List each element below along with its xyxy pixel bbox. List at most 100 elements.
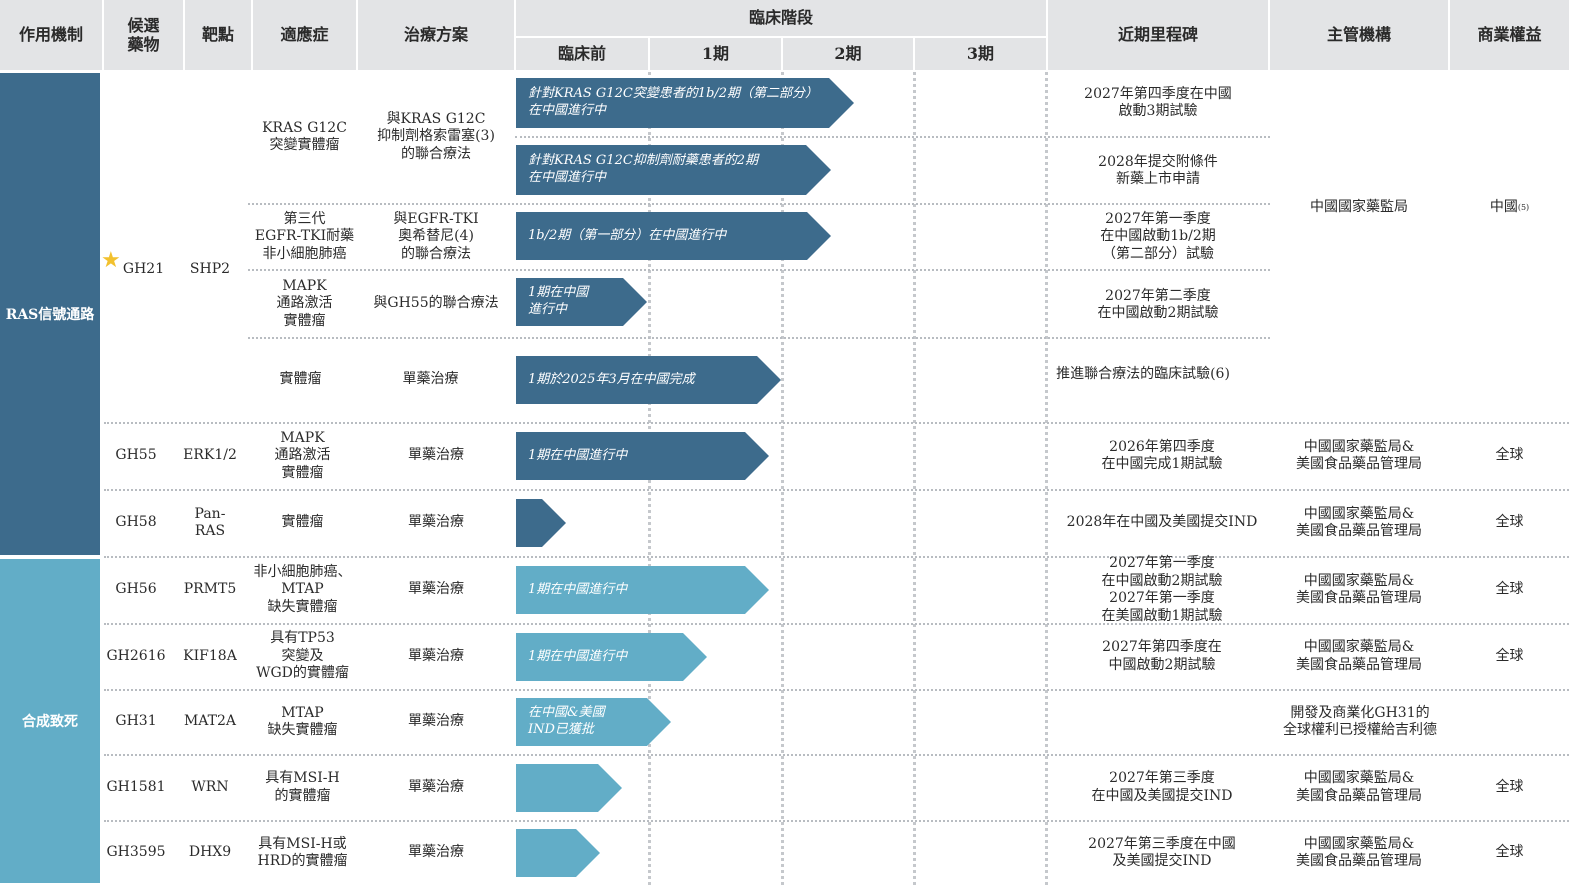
authority-gh21: 中國國家藥監局	[1310, 199, 1408, 216]
milestone-row5: 推進聯合療法的臨床試驗(6)	[1056, 366, 1230, 383]
authority-cell: 中國國家藥監局& 美國食品藥品管理局	[1296, 835, 1422, 870]
rights-gh21-note: (5)	[1517, 203, 1530, 212]
milestone-row1: 2027年第四季度在中國 啟動3期試驗	[1084, 85, 1232, 120]
mechanism-synthetic-lethality: 合成致死	[0, 559, 100, 883]
bar-label: 在中國&美國 IND已獲批	[528, 705, 605, 737]
target-cell: DHX9	[188, 844, 232, 861]
target-shp2: SHP2	[189, 261, 231, 278]
indication-solid-tumor-gh21: 實體瘤	[279, 371, 322, 388]
progress-bar	[516, 499, 566, 547]
progress-bar: 1期在中國進行中	[516, 432, 769, 480]
header-phase3: 3期	[915, 38, 1046, 70]
milestone-cell: 2027年第一季度 在中國啟動2期試驗 2027年第一季度 在美國啟動1期試驗	[1101, 555, 1223, 624]
rights-cell: 全球	[1495, 778, 1524, 795]
milestone-row4: 2027年第二季度 在中國啟動2期試驗	[1097, 287, 1219, 322]
bar-label: 1期在中國進行中	[528, 447, 628, 463]
regimen-cell: 單藥治療	[408, 447, 464, 464]
progress-bar-gh21-mono: 1期於2025年3月在中國完成	[516, 356, 781, 404]
target-cell: MAT2A	[183, 713, 237, 730]
progress-bar: 在中國&美國 IND已獲批	[516, 698, 671, 746]
header-preclinical: 臨床前	[516, 38, 648, 70]
regimen-mono-gh21: 單藥治療	[402, 371, 459, 388]
progress-bar-gh21-egfr: 1b/2期（第一部分）在中國進行中	[516, 212, 831, 260]
progress-bar	[516, 764, 622, 812]
authority-cell: 中國國家藥監局& 美國食品藥品管理局	[1296, 505, 1422, 540]
header-indication: 適應症	[253, 0, 356, 70]
regimen-cell: 單藥治療	[408, 647, 464, 664]
header-milestone: 近期里程碑	[1048, 0, 1268, 70]
candidate-cell: GH3595	[106, 844, 166, 861]
candidate-cell: GH1581	[106, 778, 166, 795]
progress-bar-gh21-mapk: 1期在中國 進行中	[516, 278, 647, 326]
candidate-cell: GH31	[115, 713, 157, 730]
regimen-egfr-combo: 與EGFR-TKI 奧希替尼(4) 的聯合療法	[393, 210, 479, 262]
indication-cell: 具有MSI-H 的實體瘤	[265, 770, 340, 804]
row-divider	[248, 269, 1270, 271]
header-candidate: 候選 藥物	[104, 0, 183, 70]
row-divider	[248, 203, 1270, 205]
mechanism-ras-pathway: RAS信號通路	[0, 73, 100, 555]
bar-label: 1期於2025年3月在中國完成	[528, 371, 695, 387]
milestone-cell: 2026年第四季度 在中國完成1期試驗	[1101, 438, 1223, 473]
indication-cell: 實體瘤	[281, 514, 324, 531]
bar-label: 1期在中國 進行中	[528, 285, 589, 317]
target-cell: Pan-RAS	[194, 505, 226, 540]
header-phase2: 2期	[783, 38, 913, 70]
row-divider	[248, 337, 1270, 339]
bar-label: 1期在中國進行中	[528, 581, 628, 597]
rights-cell: 全球	[1495, 844, 1524, 861]
header-mechanism: 作用機制	[0, 0, 102, 70]
indication-egfr-nsclc: 第三代 EGFR-TKI耐藥 非小細胞肺癌	[254, 210, 355, 262]
bar-shape	[516, 499, 566, 547]
milestone-cell: 2028年在中國及美國提交IND	[1066, 514, 1258, 531]
regimen-cell: 單藥治療	[408, 844, 464, 861]
target-cell: KIF18A	[183, 647, 237, 664]
authority-cell: 開發及商業化GH31的 全球權利已授權給吉利德	[1283, 704, 1437, 739]
progress-bar: 1期在中國進行中	[516, 566, 769, 614]
indication-cell: 非小細胞肺癌、 MTAP 缺失實體瘤	[253, 563, 352, 615]
header-regimen: 治療方案	[358, 0, 514, 70]
candidate-cell: GH56	[115, 581, 157, 598]
regimen-cell: 單藥治療	[408, 778, 464, 795]
regimen-kras-combo: 與KRAS G12C 抑制劑格索雷塞(3) 的聯合療法	[377, 110, 495, 162]
header-clinical-stage: 臨床階段	[516, 0, 1046, 36]
rights-cell: 全球	[1495, 581, 1524, 598]
bar-label: 針對KRAS G12C抑制劑耐藥患者的2期 在中國進行中	[528, 153, 759, 185]
regimen-cell: 單藥治療	[408, 713, 464, 730]
progress-bar: 1期在中國進行中	[516, 633, 707, 681]
authority-cell: 中國國家藥監局& 美國食品藥品管理局	[1296, 770, 1422, 804]
target-cell: PRMT5	[183, 581, 237, 598]
rights-gh21: 中國 (5)	[1450, 190, 1569, 226]
candidate-gh21: GH21	[122, 261, 165, 278]
rights-cell: 全球	[1495, 514, 1524, 531]
row-divider	[515, 136, 1270, 138]
target-cell: ERK1/2	[183, 447, 237, 464]
header-rights: 商業權益	[1450, 0, 1569, 70]
milestone-cell: 2027年第三季度 在中國及美國提交IND	[1091, 770, 1233, 804]
indication-mapk-gh21: MAPK 通路激活 實體瘤	[276, 277, 333, 329]
candidate-cell: GH55	[115, 447, 157, 464]
header-authority: 主管機構	[1270, 0, 1448, 70]
header-phase1: 1期	[650, 38, 781, 70]
indication-cell: MTAP 缺失實體瘤	[267, 704, 338, 739]
indication-cell: MAPK 通路激活 實體瘤	[274, 429, 331, 481]
milestone-row3: 2027年第一季度 在中國啟動1b/2期 （第二部分）試驗	[1100, 210, 1216, 262]
bar-label: 1期在中國進行中	[528, 648, 628, 664]
rights-cell: 全球	[1495, 647, 1524, 664]
candidate-cell: GH2616	[106, 647, 166, 664]
progress-bar-gh21-kras-phase2-part2: 針對KRAS G12C突變患者的1b/2期（第二部分） 在中國進行中	[516, 78, 854, 128]
bar-shape	[516, 764, 622, 812]
regimen-gh55-combo: 與GH55的聯合療法	[373, 295, 499, 312]
milestone-row2: 2028年提交附條件 新藥上市申請	[1098, 153, 1218, 188]
authority-cell: 中國國家藥監局& 美國食品藥品管理局	[1296, 572, 1422, 607]
indication-cell: 具有MSI-H或 HRD的實體瘤	[257, 835, 348, 870]
candidate-cell: GH58	[115, 514, 157, 531]
authority-cell: 中國國家藥監局& 美國食品藥品管理局	[1296, 639, 1422, 673]
indication-cell: 具有TP53 突變及 WGD的實體瘤	[256, 630, 349, 682]
progress-bar	[516, 829, 600, 877]
bar-label: 針對KRAS G12C突變患者的1b/2期（第二部分） 在中國進行中	[528, 86, 819, 118]
phase-divider-3	[913, 72, 916, 885]
target-cell: WRN	[191, 778, 229, 795]
regimen-cell: 單藥治療	[408, 581, 464, 598]
milestone-cell: 2027年第四季度在 中國啟動2期試驗	[1102, 639, 1222, 673]
